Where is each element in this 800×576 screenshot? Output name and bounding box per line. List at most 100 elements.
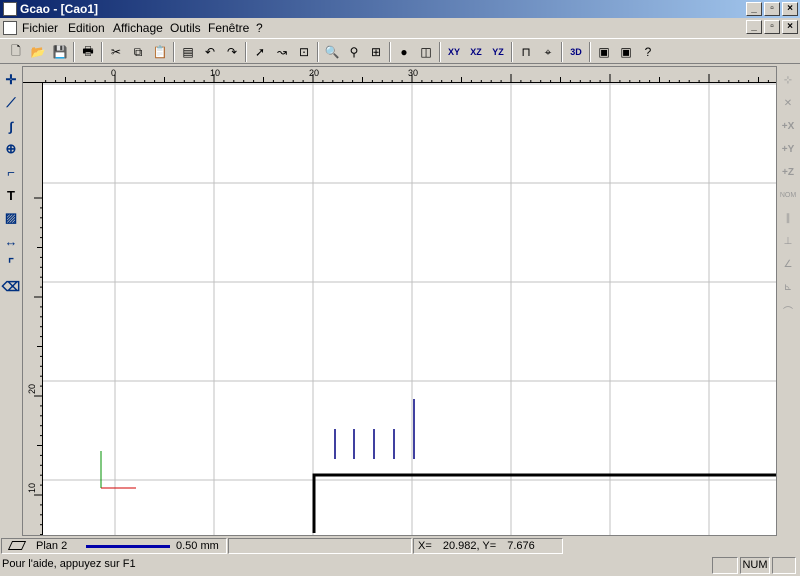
zoom-all-icon[interactable]: ⊞ <box>366 42 386 62</box>
menu-help[interactable]: ? <box>256 21 263 35</box>
doc-restore-button[interactable]: ▫ <box>764 20 780 34</box>
intersection-icon[interactable]: ✕ <box>778 93 798 113</box>
app-icon[interactable] <box>3 2 17 16</box>
plane-xz-icon[interactable]: XZ <box>466 42 486 62</box>
text-tool-icon[interactable]: T <box>1 185 21 205</box>
document-icon[interactable] <box>3 21 17 35</box>
plane-xy-icon[interactable]: XY <box>444 42 464 62</box>
drawing-toolbar: ✛ ⟋ ∫ ⊕ ⌐ T ▨ ↔ ⌜ ⌫ <box>0 66 22 536</box>
select-arrow-icon[interactable]: ➚ <box>250 42 270 62</box>
canvas-svg[interactable]: 0 10 20 30 20 10 <box>23 67 776 535</box>
orthogonal-icon[interactable]: ⊾ <box>778 277 798 297</box>
plane-label: Plan 2 <box>36 540 68 552</box>
circle-icon[interactable]: ⊕ <box>1 139 21 159</box>
fillet-icon[interactable]: ⌜ <box>1 254 21 274</box>
ruler-label: 20 <box>27 384 37 394</box>
toolbar-separator <box>101 42 103 62</box>
ruler-label: 10 <box>210 68 220 78</box>
open-icon[interactable]: 📂 <box>28 42 48 62</box>
drawn-polyline[interactable] <box>312 473 776 533</box>
undo-icon[interactable]: ↶ <box>200 42 220 62</box>
zoom-realtime-icon[interactable]: ⚲ <box>344 42 364 62</box>
menu-outils[interactable]: Outils <box>170 21 201 35</box>
redo-icon[interactable]: ↷ <box>222 42 242 62</box>
tangent-icon[interactable]: ⌒ <box>778 300 798 320</box>
toolbar-separator <box>561 42 563 62</box>
toolbar-separator <box>389 42 391 62</box>
curve-select-icon[interactable]: ↝ <box>272 42 292 62</box>
zoom-icon[interactable]: 🔍 <box>322 42 342 62</box>
help-text: Pour l'aide, appuyez sur F1 <box>2 558 136 570</box>
title-bar: Gcao - [Cao1] _ ▫ × <box>0 0 800 18</box>
offset-y-icon[interactable]: +Y <box>778 139 798 159</box>
menu-fenetre[interactable]: Fenêtre <box>208 21 249 35</box>
coordinates-panel: X= 20.982, Y= 7.676 <box>413 538 563 554</box>
snap-magnet-icon[interactable]: ⊓ <box>516 42 536 62</box>
window-title: Gcao - [Cao1] <box>20 2 99 16</box>
line-width-label: 0.50 mm <box>176 540 219 552</box>
paste-icon[interactable]: 📋 <box>150 42 170 62</box>
layer-panel[interactable]: Plan 2 0.50 mm <box>1 538 227 554</box>
menu-edition[interactable]: Edition <box>68 21 105 35</box>
snap-point-icon[interactable]: ⌖ <box>538 42 558 62</box>
ruler-label: 30 <box>408 68 418 78</box>
curve-icon[interactable]: ∫ <box>1 116 21 136</box>
view-3d-icon[interactable]: 3D <box>566 42 586 62</box>
plane-yz-icon[interactable]: YZ <box>488 42 508 62</box>
eraser-icon[interactable]: ⌫ <box>1 277 21 297</box>
offset-x-label: +X <box>781 120 795 132</box>
grid <box>43 83 776 535</box>
toolbar-separator <box>73 42 75 62</box>
num-lock-indicator: NUM <box>740 557 770 574</box>
frame-fab-icon[interactable]: ▣ <box>594 42 614 62</box>
offset-y-label: +Y <box>781 143 795 155</box>
coord-x-label: X= <box>418 540 432 552</box>
zoom-window-icon[interactable]: ⊡ <box>294 42 314 62</box>
toolbar-separator <box>511 42 513 62</box>
minimize-button[interactable]: _ <box>746 2 762 16</box>
menu-affichage[interactable]: Affichage <box>113 21 163 35</box>
menu-bar: Fichier Edition Affichage Outils Fenêtre… <box>0 18 800 38</box>
plane-xy-label: XY <box>447 47 460 57</box>
offset-z-icon[interactable]: +Z <box>778 162 798 182</box>
doc-close-button[interactable]: × <box>782 20 798 34</box>
toolbar-separator <box>173 42 175 62</box>
toolbar-separator <box>589 42 591 62</box>
render-sphere-icon[interactable]: ● <box>394 42 414 62</box>
properties-icon[interactable]: ▤ <box>178 42 198 62</box>
print-icon[interactable]: 🖶 <box>78 42 98 62</box>
new-icon[interactable]: 🗋 <box>6 42 26 62</box>
blank-status-panel <box>228 538 412 554</box>
ruler-label: 10 <box>27 483 37 493</box>
menu-fichier[interactable]: Fichier <box>22 21 58 35</box>
nom-label: NOM <box>779 191 797 199</box>
parallel-icon[interactable]: ∥ <box>778 208 798 228</box>
polyline-icon[interactable]: ⟋ <box>1 93 21 113</box>
status-bar: Pour l'aide, appuyez sur F1 NUM <box>0 556 800 576</box>
point-snap-icon[interactable]: ⊹ <box>778 70 798 90</box>
doc-minimize-button[interactable]: _ <box>746 20 762 34</box>
snap-toolbar: ⊹ ✕ +X +Y +Z NOM ∥ ⊥ ∠ ⊾ ⌒ <box>777 66 800 536</box>
cut-icon[interactable]: ✂ <box>106 42 126 62</box>
copy-icon[interactable]: ⧉ <box>128 42 148 62</box>
perpendicular-icon[interactable]: ⊥ <box>778 231 798 251</box>
hatch-icon[interactable]: ▨ <box>1 208 21 228</box>
scroll-panel <box>772 557 796 574</box>
points-icon[interactable]: ✛ <box>1 70 21 90</box>
line-width-swatch <box>86 545 170 548</box>
help-context-icon[interactable]: ? <box>638 42 658 62</box>
drawing-canvas[interactable]: 0 10 20 30 20 10 <box>22 66 777 536</box>
frame-fab-3d-icon[interactable]: ▣ <box>616 42 636 62</box>
dimension-icon[interactable]: ↔ <box>1 231 21 251</box>
offset-x-icon[interactable]: +X <box>778 116 798 136</box>
close-button[interactable]: × <box>782 2 798 16</box>
angle-icon[interactable]: ∠ <box>778 254 798 274</box>
properties-bar: Plan 2 0.50 mm X= 20.982, Y= 7.676 <box>0 537 800 555</box>
maximize-button[interactable]: ▫ <box>764 2 780 16</box>
offset-z-label: +Z <box>782 166 794 178</box>
toolbar-separator <box>439 42 441 62</box>
save-icon[interactable]: 💾 <box>50 42 70 62</box>
cube-view-icon[interactable]: ◫ <box>416 42 436 62</box>
nom-icon[interactable]: NOM <box>778 185 798 205</box>
rectangle-icon[interactable]: ⌐ <box>1 162 21 182</box>
